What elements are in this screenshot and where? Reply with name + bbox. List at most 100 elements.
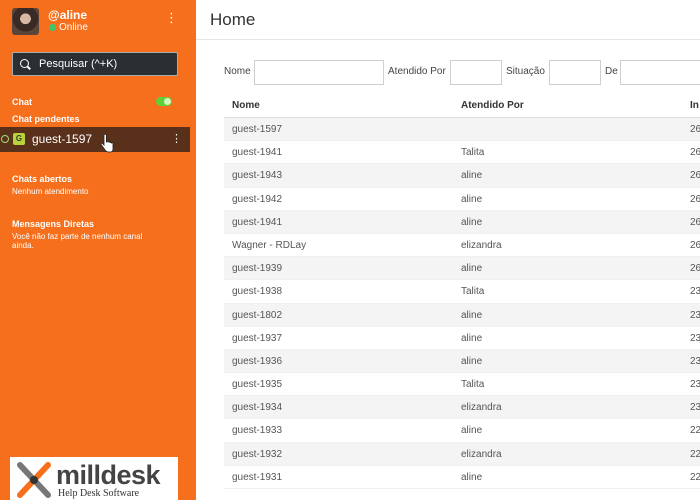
cell-inicio: 26 [690, 216, 700, 228]
cell-atendido: elizandra [461, 448, 502, 460]
table-row[interactable]: guest-1597 26 [224, 118, 700, 142]
page-title: Home [210, 10, 256, 29]
pending-status-icon [1, 135, 9, 143]
hand-cursor-icon [100, 134, 114, 153]
column-header-nome[interactable]: Nome [232, 100, 260, 111]
cell-inicio: 26 [690, 170, 700, 182]
cell-atendido: aline [461, 170, 483, 182]
cell-nome: guest-1932 [232, 448, 283, 460]
cell-nome: guest-1936 [232, 355, 283, 367]
windmill-logo-icon [17, 462, 51, 498]
filter-nome-input[interactable] [254, 60, 384, 85]
cell-atendido: aline [461, 193, 483, 205]
column-header-atendido[interactable]: Atendido Por [461, 100, 524, 111]
cell-nome: guest-1931 [232, 471, 283, 483]
cell-inicio: 22 [690, 471, 700, 483]
table-row[interactable]: guest-1939 aline 26 [224, 257, 700, 281]
cell-inicio: 26 [690, 239, 700, 251]
table-row[interactable]: guest-1933 aline 22 [224, 419, 700, 443]
cell-inicio: 26 [690, 263, 700, 275]
milldesk-logo: milldesk Help Desk Software [10, 457, 178, 500]
chat-kebab-icon[interactable]: ⋮ [171, 132, 182, 145]
filter-de-label: De [605, 66, 618, 77]
cell-nome: guest-1941 [232, 216, 283, 228]
cell-atendido: aline [461, 332, 483, 344]
cell-atendido: aline [461, 471, 483, 483]
guest-icon: G [13, 133, 25, 145]
cell-atendido: aline [461, 263, 483, 275]
filter-atendido-input[interactable] [450, 60, 502, 85]
cell-nome: guest-1934 [232, 402, 283, 414]
cell-inicio: 23 [690, 379, 700, 391]
username: @aline [48, 8, 88, 22]
table-row[interactable]: guest-1941 Talita 26 [224, 141, 700, 165]
cell-inicio: 26 [690, 193, 700, 205]
table-row[interactable]: guest-1943 aline 26 [224, 164, 700, 188]
table-row[interactable]: guest-1935 Talita 23 [224, 373, 700, 397]
cell-inicio: 23 [690, 402, 700, 414]
pending-chats-label: Chat pendentes [12, 114, 80, 124]
cell-atendido: aline [461, 309, 483, 321]
pending-chat-item[interactable]: G guest-1597 ⋮ [0, 127, 190, 152]
direct-messages-empty: Você não faz parte de nenhum canal ainda… [12, 232, 143, 250]
cell-atendido: elizandra [461, 402, 502, 414]
cell-inicio: 23 [690, 355, 700, 367]
cell-nome: guest-1935 [232, 379, 283, 391]
chat-toggle[interactable] [156, 97, 172, 106]
cell-nome: guest-1933 [232, 425, 283, 437]
sidebar: @aline Online ⋮ Pesquisar (^+K) Chat Cha… [0, 0, 196, 500]
table-row[interactable]: guest-1934 elizandra 23 [224, 396, 700, 420]
open-chats-empty: Nenhum atendimento [12, 187, 89, 196]
table-row[interactable]: guest-1932 elizandra 22 [224, 442, 700, 466]
cell-nome: guest-1802 [232, 309, 283, 321]
filter-situacao-input[interactable] [549, 60, 601, 85]
cell-inicio: 26 [690, 147, 700, 159]
user-panel[interactable]: @aline Online ⋮ [12, 8, 188, 36]
table-row[interactable]: Wagner - RDLay elizandra 26 [224, 234, 700, 258]
filter-de-input[interactable] [620, 60, 700, 85]
filter-situacao-label: Situação [506, 66, 545, 77]
table-row[interactable]: guest-1937 aline 23 [224, 327, 700, 350]
table-row[interactable]: guest-1938 Talita 23 [224, 280, 700, 304]
cell-nome: guest-1939 [232, 263, 283, 275]
filter-atendido-label: Atendido Por [388, 66, 446, 77]
table-row[interactable]: guest-1942 aline 26 [224, 188, 700, 211]
avatar[interactable] [12, 8, 39, 35]
logo-tagline: Help Desk Software [58, 488, 140, 499]
cell-atendido: Talita [461, 286, 485, 298]
cell-nome: guest-1942 [232, 193, 283, 205]
cell-inicio: 23 [690, 332, 700, 344]
table-row[interactable]: guest-1931 aline 22 [224, 466, 700, 489]
column-header-inicio[interactable]: In [690, 100, 699, 111]
search-icon [20, 59, 29, 68]
user-menu-kebab-icon[interactable]: ⋮ [165, 12, 178, 25]
user-status: Online [59, 22, 88, 33]
cell-nome: guest-1937 [232, 332, 283, 344]
cell-nome: Wagner - RDLay [232, 239, 307, 251]
cell-atendido: elizandra [461, 239, 502, 251]
direct-messages-label: Mensagens Diretas [12, 219, 95, 229]
cell-inicio: 22 [690, 425, 700, 437]
online-status-icon [49, 24, 56, 31]
cell-atendido: Talita [461, 379, 485, 391]
cell-atendido: aline [461, 425, 483, 437]
cell-nome: guest-1943 [232, 170, 283, 182]
cell-nome: guest-1938 [232, 286, 283, 298]
table-row[interactable]: guest-1936 aline 23 [224, 349, 700, 374]
cell-atendido: Talita [461, 147, 485, 159]
cell-atendido: aline [461, 216, 483, 228]
table-row[interactable]: guest-1802 aline 23 [224, 303, 700, 327]
cell-inicio: 22 [690, 448, 700, 460]
pending-chat-name: guest-1597 [32, 132, 93, 146]
table-row[interactable]: guest-1941 aline 26 [224, 210, 700, 234]
open-chats-label: Chats abertos [12, 174, 73, 184]
cell-atendido: aline [461, 355, 483, 367]
table-header: Nome Atendido Por In [224, 92, 700, 118]
logo-name: milldesk [56, 460, 161, 490]
topbar: Home [196, 0, 700, 40]
filter-nome-label: Nome [224, 66, 251, 77]
cell-nome: guest-1597 [232, 124, 283, 135]
search-input[interactable]: Pesquisar (^+K) [12, 52, 178, 76]
main-content: Home Nome Atendido Por Situação De Nome … [196, 0, 700, 500]
cell-nome: guest-1941 [232, 147, 283, 159]
